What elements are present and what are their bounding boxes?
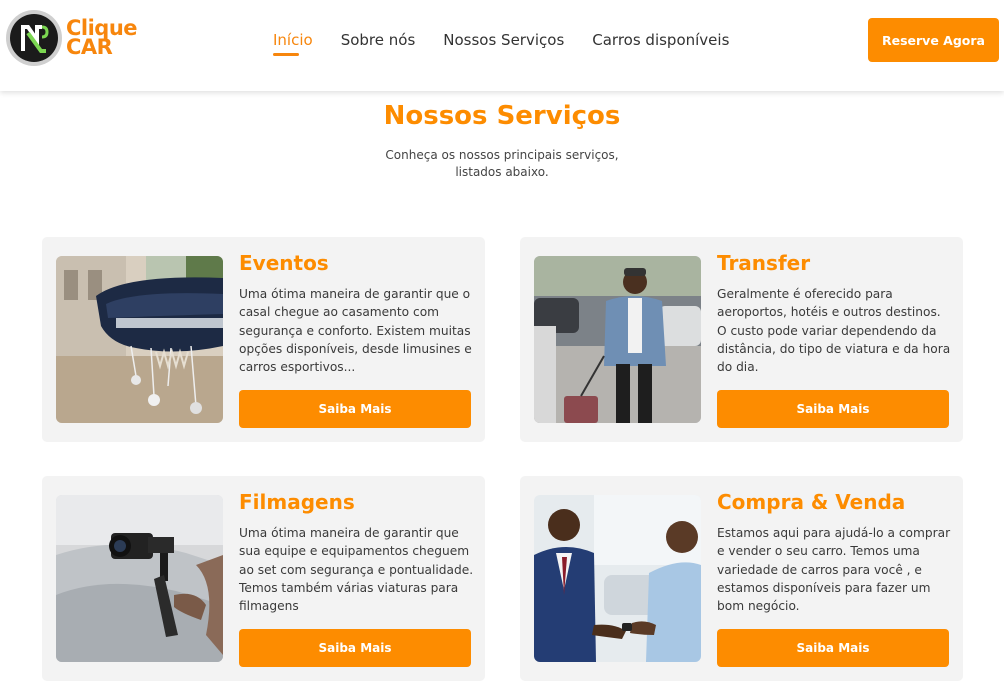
nav-item-label: Sobre nós: [340, 31, 416, 49]
nav-item-label: Carros disponíveis: [592, 31, 730, 49]
active-indicator: [273, 53, 299, 56]
site-header: Clique CAR Início Sobre nós Nossos Servi…: [0, 0, 1004, 91]
section-subtitle: Conheça os nossos principais serviços, l…: [352, 147, 652, 181]
saiba-mais-button[interactable]: Saiba Mais: [239, 390, 471, 428]
subtitle-line: Conheça os nossos principais serviços,: [385, 148, 619, 162]
main-nav: Início Sobre nós Nossos Serviços Carros …: [273, 31, 757, 56]
logo-mark-icon: [10, 14, 58, 62]
card-description: Geralmente é oferecido para aeroportos, …: [717, 287, 951, 375]
service-card-eventos: Eventos Uma ótima maneira de garantir qu…: [42, 237, 485, 442]
nav-item-carros[interactable]: Carros disponíveis: [592, 31, 729, 49]
nav-item-inicio[interactable]: Início: [273, 31, 313, 56]
card-title: Eventos: [239, 251, 329, 275]
nav-item-servicos[interactable]: Nossos Serviços: [443, 31, 564, 49]
subtitle-line: listados abaixo.: [455, 165, 549, 179]
card-title: Transfer: [717, 251, 811, 275]
card-description: Uma ótima maneira de garantir que o casa…: [239, 287, 472, 375]
saiba-mais-button[interactable]: Saiba Mais: [717, 390, 949, 428]
nav-item-label: Nossos Serviços: [443, 31, 565, 49]
reserve-button[interactable]: Reserve Agora: [868, 18, 999, 62]
card-title: Compra & Venda: [717, 490, 906, 514]
wedding-car-photo: [56, 256, 223, 423]
car-key-handover-photo: [534, 495, 701, 662]
logo-line2: CAR: [66, 35, 113, 59]
camera-gimbal-photo: [56, 495, 223, 662]
card-description: Estamos aqui para ajudá-lo a comprar e v…: [717, 526, 951, 614]
logo-text: Clique CAR: [66, 18, 138, 59]
logo[interactable]: Clique CAR: [6, 10, 138, 66]
traveler-with-suitcase-photo: [534, 256, 701, 423]
logo-badge: [6, 10, 62, 66]
service-card-transfer: Transfer Geralmente é oferecido para aer…: [520, 237, 963, 442]
card-description: Uma ótima maneira de garantir que sua eq…: [239, 526, 474, 614]
section-title: Nossos Serviços: [383, 101, 621, 131]
card-title: Filmagens: [239, 490, 355, 514]
service-card-compra-venda: Compra & Venda Estamos aqui para ajudá-l…: [520, 476, 963, 681]
nav-item-label: Início: [273, 31, 313, 49]
saiba-mais-button[interactable]: Saiba Mais: [717, 629, 949, 667]
saiba-mais-button[interactable]: Saiba Mais: [239, 629, 471, 667]
nav-item-sobre[interactable]: Sobre nós: [341, 31, 416, 49]
service-card-filmagens: Filmagens Uma ótima maneira de garantir …: [42, 476, 485, 681]
